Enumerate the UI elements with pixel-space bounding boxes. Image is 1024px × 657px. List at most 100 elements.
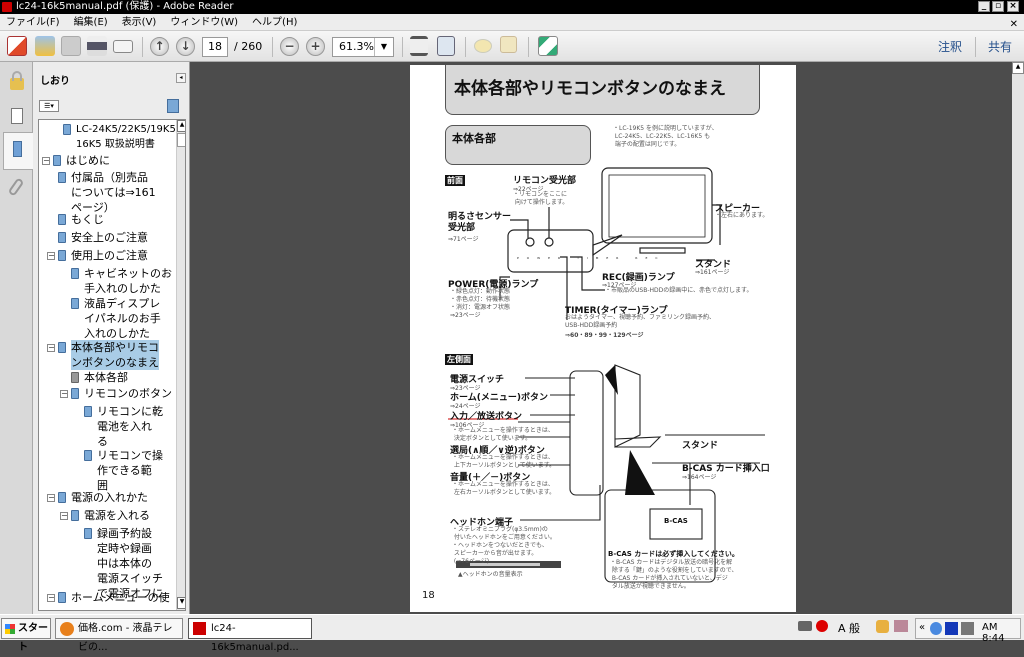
bookmark-icon [58, 250, 66, 261]
page-number-input[interactable]: 18 [202, 37, 228, 57]
ime-mode[interactable]: A 般 [838, 620, 860, 636]
full-screen-icon[interactable] [538, 36, 558, 56]
keyboard-icon[interactable] [798, 621, 812, 631]
navigation-rail [0, 62, 33, 614]
options-menu-button[interactable]: ☰▾ [39, 100, 59, 112]
speaker-note: ・左右にあります。 [715, 212, 769, 219]
page-number: 18 [422, 590, 435, 601]
clock[interactable]: AM 8:44 [982, 622, 1020, 644]
bookmark-item[interactable]: はじめに [66, 153, 110, 168]
window-title: lc24-16k5manual.pdf (保護) - Adobe Reader [16, 1, 234, 12]
bookmark-item[interactable]: もくじ [71, 212, 104, 227]
email-icon[interactable] [113, 40, 133, 53]
collapse-toggle[interactable]: − [60, 390, 68, 398]
collapse-toggle[interactable]: − [47, 252, 55, 260]
scroll-thumb[interactable] [177, 133, 185, 147]
power-ref: ⇒23ページ [450, 312, 481, 319]
zoom-dropdown-icon[interactable]: ▼ [374, 38, 393, 56]
menu-edit[interactable]: 編集(E) [74, 17, 108, 28]
collapse-toggle[interactable]: − [60, 512, 68, 520]
next-page-icon[interactable]: ↓ [176, 37, 195, 56]
display-icon[interactable] [961, 622, 974, 635]
menu-file[interactable]: ファイル(F) [6, 17, 60, 28]
ime-dictionary-icon[interactable] [894, 620, 908, 632]
menu-help[interactable]: ヘルプ(H) [252, 17, 297, 28]
expand-tray-icon[interactable]: « [919, 622, 925, 633]
document-scrollbar[interactable]: ▲ [1012, 62, 1024, 614]
bookmark-icon [58, 172, 66, 183]
bookmark-tree: LC-24K5/22K5/19K5/ 16K5 取扱説明書 − はじめに付属品（別売… [38, 119, 186, 611]
bcas-slot-ref: ⇒164ページ [682, 474, 717, 481]
scroll-down-button[interactable]: ▼ [177, 597, 185, 609]
bookmark-item[interactable]: 安全上のご注意 [71, 230, 148, 245]
bookmark-icon [53, 155, 61, 166]
power-note: ・緑色点灯：動作状態 ・赤色点灯：待機状態 ・消灯：電源オフ状態 [450, 288, 511, 311]
create-pdf-icon[interactable] [7, 36, 27, 56]
combine-files-icon[interactable] [35, 36, 55, 56]
bookmark-icon [58, 342, 66, 353]
bookmark-item[interactable]: リモコンで操 作できる範 囲 [97, 448, 163, 493]
bookmark-item[interactable]: 本体各部 [84, 370, 128, 385]
bcas-warning: B-CAS カードは必ず挿入してください。 [608, 550, 739, 558]
close-button[interactable]: × [1007, 1, 1019, 12]
page-thumbnails-icon[interactable] [3, 100, 31, 136]
taskbar-browser[interactable]: 価格.com - 液晶テレビの... [55, 618, 183, 653]
share-button[interactable]: 共有 [988, 38, 1012, 56]
bookmark-item[interactable]: 電源の入れかた [71, 490, 148, 505]
taskbar-adobe-reader[interactable]: lc24-16k5manual.pd... [188, 618, 312, 653]
print-icon[interactable] [87, 36, 107, 56]
previous-page-icon[interactable]: ↑ [150, 37, 169, 56]
stand-ref: ⇒161ページ [695, 269, 730, 276]
bookmark-icon [71, 388, 79, 399]
separator [528, 37, 529, 57]
collapse-toggle[interactable]: − [42, 157, 50, 165]
separator [975, 37, 976, 57]
collapse-toggle[interactable]: − [47, 494, 55, 502]
ime-icon[interactable] [816, 620, 828, 632]
start-button[interactable]: スタート [1, 618, 51, 653]
collapse-toggle[interactable]: − [47, 344, 55, 352]
bookmark-item[interactable]: 液晶ディスプレ イパネルのお手 入れのしかた [84, 296, 161, 341]
menu-view[interactable]: 表示(V) [122, 17, 157, 28]
bookmark-scrollbar[interactable]: ▲ ▼ [176, 120, 185, 610]
bookmark-item[interactable]: キャビネットのお 手入れのしかた [84, 266, 172, 296]
adobe-reader-icon [2, 2, 12, 12]
doc-scroll-up[interactable]: ▲ [1012, 62, 1024, 74]
minimize-button[interactable]: _ [978, 1, 990, 12]
ime-tool-icon[interactable] [876, 620, 889, 633]
bookmarks-panel: しおり ◂ ☰▾ LC-24K5/22K5/19K5/ 16K5 取扱説明書 − は… [33, 62, 190, 614]
expand-bookmark-icon[interactable] [167, 99, 179, 113]
security-lock-icon[interactable] [3, 66, 31, 102]
highlight-text-icon[interactable] [500, 36, 517, 53]
bookmark-item[interactable]: リモコンのボタン [84, 386, 172, 401]
attachments-icon[interactable] [3, 172, 31, 208]
bookmark-icon [63, 124, 71, 135]
network-icon[interactable] [930, 622, 942, 635]
restore-button[interactable]: ▫ [992, 1, 1004, 12]
menu-bar: ファイル(F) 編集(E) 表示(V) ウィンドウ(W) ヘルプ(H) ✕ [0, 14, 1024, 31]
menu-window[interactable]: ウィンドウ(W) [170, 17, 238, 28]
security-icon[interactable] [945, 622, 958, 635]
annotate-button[interactable]: 注釈 [938, 38, 962, 56]
bookmark-item[interactable]: 電源を入れる [84, 508, 150, 523]
bookmarks-icon[interactable] [3, 132, 33, 170]
zoom-out-icon[interactable]: − [280, 37, 299, 56]
fit-page-icon[interactable] [437, 36, 455, 56]
zoom-in-icon[interactable]: + [306, 37, 325, 56]
left-side-label: 左側面 [445, 354, 473, 365]
fit-width-icon[interactable] [410, 36, 428, 56]
bookmark-item[interactable]: LC-24K5/22K5/19K5/ 16K5 取扱説明書 [76, 122, 179, 152]
bookmark-item[interactable]: 使用上のご注意 [71, 248, 148, 263]
system-tray: « AM 8:44 [915, 618, 1021, 644]
comment-icon[interactable] [474, 39, 492, 53]
scroll-up-button[interactable]: ▲ [177, 120, 185, 132]
collapse-panel-button[interactable]: ◂ [176, 73, 186, 83]
bookmark-item[interactable]: 本体各部やリモコ ンボタンのなまえ [71, 340, 159, 370]
bookmark-item[interactable]: ホームメニューの使 [71, 590, 170, 605]
save-icon[interactable] [61, 36, 81, 56]
bookmark-item[interactable]: リモコンに乾 電池を入れ る [97, 404, 163, 449]
bookmark-item[interactable]: 付属品（別売品 については⇒161 ページ） [71, 170, 156, 215]
collapse-toggle[interactable]: − [47, 594, 55, 602]
bookmark-icon [58, 232, 66, 243]
bookmark-icon [71, 510, 79, 521]
